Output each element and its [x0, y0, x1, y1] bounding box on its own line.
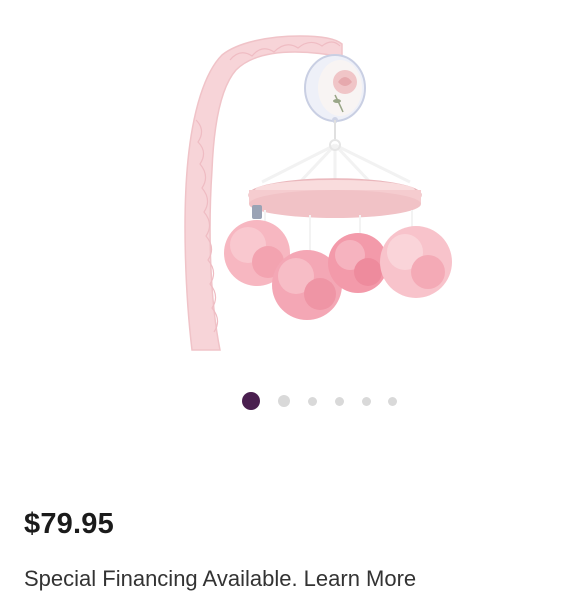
financing-promo[interactable]: Special Financing Available. Learn More	[24, 566, 416, 592]
carousel-dot-5[interactable]	[362, 397, 371, 406]
product-image[interactable]	[150, 20, 470, 365]
pompom-4	[380, 226, 452, 298]
carousel-indicator	[0, 390, 580, 412]
carousel-dot-2[interactable]	[278, 395, 290, 407]
carousel-dot-1[interactable]	[242, 392, 260, 410]
tag-icon	[252, 205, 262, 219]
carousel-dot-3[interactable]	[308, 397, 317, 406]
carousel-dot-6[interactable]	[388, 397, 397, 406]
product-price: $79.95	[24, 508, 114, 540]
carousel-dot-4[interactable]	[335, 397, 344, 406]
pompom-3	[328, 233, 388, 293]
